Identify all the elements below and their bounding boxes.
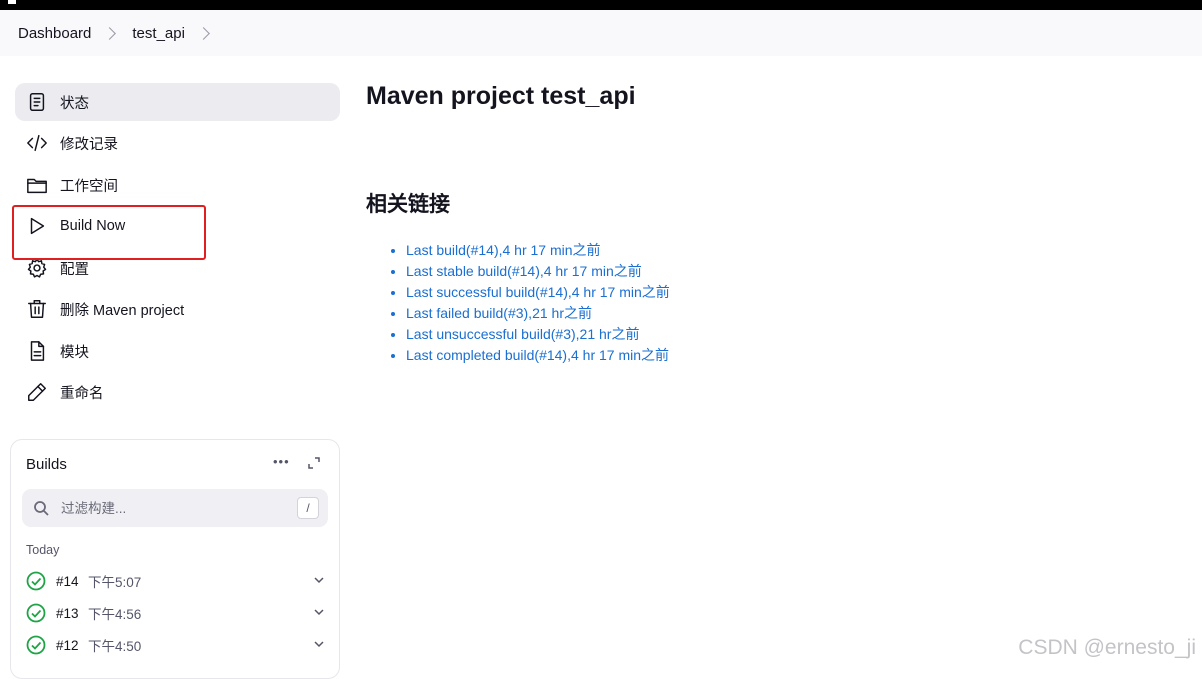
sidebar-item-delete[interactable]: 删除 Maven project xyxy=(15,290,340,328)
play-icon xyxy=(26,215,48,237)
sidebar-item-rename[interactable]: 重命名 xyxy=(15,373,340,411)
top-header-bar xyxy=(0,0,1202,10)
sidebar-item-label: 重命名 xyxy=(60,385,104,402)
success-check-icon xyxy=(26,635,46,655)
filter-builds-field: / xyxy=(22,489,328,527)
success-check-icon xyxy=(26,603,46,623)
builds-panel: Builds ••• / Today #14 下午5:07 #13 下午4:56… xyxy=(10,439,340,679)
link-last-unsuccessful-build[interactable]: Last unsuccessful build(#3),21 hr之前 xyxy=(406,326,639,342)
link-last-completed-build[interactable]: Last completed build(#14),4 hr 17 min之前 xyxy=(406,347,669,363)
search-icon xyxy=(34,501,49,516)
keyboard-shortcut-badge: / xyxy=(297,497,319,519)
chevron-down-icon[interactable] xyxy=(312,605,326,619)
list-item: Last unsuccessful build(#3),21 hr之前 xyxy=(406,324,670,345)
breadcrumb: Dashboard test_api xyxy=(0,10,1202,56)
sidebar-item-label: 修改记录 xyxy=(60,136,118,153)
build-time: 下午4:50 xyxy=(88,639,142,654)
sidebar-item-label: 工作空间 xyxy=(60,178,118,195)
breadcrumb-chevron-icon[interactable] xyxy=(197,26,210,40)
sidebar-item-label: 状态 xyxy=(60,95,89,112)
build-time: 下午5:07 xyxy=(88,575,142,590)
sidebar-item-label: Build Now xyxy=(60,218,126,234)
sidebar-item-label: 模块 xyxy=(60,344,89,361)
file-icon xyxy=(26,340,48,362)
jenkins-logo[interactable] xyxy=(8,0,16,4)
gear-icon xyxy=(26,257,48,279)
filter-builds-input[interactable] xyxy=(59,499,283,517)
build-number[interactable]: #13 xyxy=(56,606,88,621)
related-links-list: Last build(#14),4 hr 17 min之前 Last stabl… xyxy=(388,240,670,366)
build-row[interactable]: #14 下午5:07 xyxy=(26,569,326,593)
sidebar-item-workspace[interactable]: 工作空间 xyxy=(15,166,340,204)
list-item: Last build(#14),4 hr 17 min之前 xyxy=(406,240,670,261)
watermark: CSDN @ernesto_ji xyxy=(1018,636,1196,659)
sidebar-item-label: 删除 Maven project xyxy=(60,302,185,319)
sidebar-item-changes[interactable]: 修改记录 xyxy=(15,124,340,162)
build-row[interactable]: #12 下午4:50 xyxy=(26,633,326,657)
build-row[interactable]: #13 下午4:56 xyxy=(26,601,326,625)
expand-icon[interactable] xyxy=(307,456,321,470)
success-check-icon xyxy=(26,571,46,591)
sidebar-item-status[interactable]: 状态 xyxy=(15,83,340,121)
pencil-icon xyxy=(26,381,48,403)
link-last-successful-build[interactable]: Last successful build(#14),4 hr 17 min之前 xyxy=(406,284,670,300)
link-last-failed-build[interactable]: Last failed build(#3),21 hr之前 xyxy=(406,305,592,321)
sidebar-item-label: 配置 xyxy=(60,261,89,278)
build-number[interactable]: #14 xyxy=(56,574,88,589)
sidebar-item-build-now[interactable]: Build Now xyxy=(15,207,340,245)
builds-title: Builds xyxy=(26,456,67,473)
list-item: Last successful build(#14),4 hr 17 min之前 xyxy=(406,282,670,303)
more-options-icon[interactable]: ••• xyxy=(273,454,290,469)
section-title-related-links: 相关链接 xyxy=(366,193,450,216)
folder-icon xyxy=(26,174,48,196)
build-group-label: Today xyxy=(26,543,60,557)
sidebar-item-configure[interactable]: 配置 xyxy=(15,249,340,287)
list-item: Last completed build(#14),4 hr 17 min之前 xyxy=(406,345,670,366)
link-last-build[interactable]: Last build(#14),4 hr 17 min之前 xyxy=(406,242,601,258)
build-time: 下午4:56 xyxy=(88,607,142,622)
breadcrumb-chevron-icon xyxy=(103,26,117,40)
list-item: Last stable build(#14),4 hr 17 min之前 xyxy=(406,261,670,282)
document-icon xyxy=(26,91,48,113)
link-last-stable-build[interactable]: Last stable build(#14),4 hr 17 min之前 xyxy=(406,263,642,279)
sidebar-item-modules[interactable]: 模块 xyxy=(15,332,340,370)
list-item: Last failed build(#3),21 hr之前 xyxy=(406,303,670,324)
trash-icon xyxy=(26,298,48,320)
chevron-down-icon[interactable] xyxy=(312,637,326,651)
code-icon xyxy=(26,132,48,154)
chevron-down-icon[interactable] xyxy=(312,573,326,587)
breadcrumb-test-api[interactable]: test_api xyxy=(132,25,185,42)
build-number[interactable]: #12 xyxy=(56,638,88,653)
breadcrumb-dashboard[interactable]: Dashboard xyxy=(18,25,91,42)
page-title: Maven project test_api xyxy=(366,82,636,110)
